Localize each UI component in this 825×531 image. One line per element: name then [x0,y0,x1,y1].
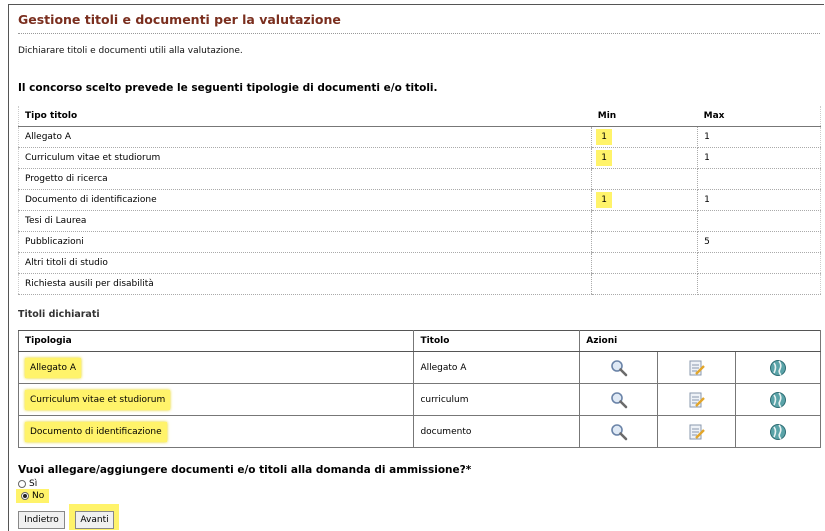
magnifier-icon[interactable] [609,391,629,409]
intro-text: Dichiarare titoli e documenti utili alla… [18,46,243,56]
types-heading: Il concorso scelto prevede le seguenti t… [18,82,438,94]
delete-button[interactable] [735,415,821,448]
back-button[interactable]: Indietro [18,511,65,529]
max-value: 1 [697,147,821,169]
tipo-cell: Altri titoli di studio [18,252,592,274]
max-value: 1 [697,126,821,148]
col-min: Min [591,106,698,127]
globe-icon[interactable] [768,423,788,441]
tipo-cell: Progetto di ricerca [18,168,592,190]
tipologia-cell: Allegato A [25,357,81,378]
max-value: 5 [697,231,821,253]
col-tipologia: Tipologia [17,330,415,352]
radio-si[interactable] [18,480,26,488]
view-button[interactable] [579,383,659,416]
titolo-cell: curriculum [413,383,581,416]
min-value: 1 [598,152,610,164]
table-row: Tesi di Laurea [18,210,821,232]
min-value [591,273,699,295]
types-table: Tipo titolo Min Max Allegato A 1 1 Curri… [18,106,821,295]
tipo-cell: Curriculum vitae et studiorum [18,147,592,169]
min-value: 1 [598,194,610,206]
table-row: Progetto di ricerca [18,168,821,190]
edit-button[interactable] [657,383,737,416]
edit-button[interactable] [657,415,737,448]
delete-button[interactable] [735,351,821,384]
table-row: Allegato A 1 1 [18,126,821,148]
view-button[interactable] [579,351,659,384]
table-row: Allegato A Allegato A [17,351,821,384]
radio-no[interactable] [21,492,29,500]
radio-option-no[interactable]: No [18,491,48,501]
declared-heading: Titoli dichiarati [18,309,100,320]
tipo-cell: Documento di identificazione [18,189,592,211]
declared-header-row: Tipologia Titolo Azioni [17,330,821,352]
table-row: Curriculum vitae et studiorum 1 1 [18,147,821,169]
delete-button[interactable] [735,383,821,416]
radio-si-label: Sì [29,479,38,489]
col-max: Max [697,106,821,127]
max-value [697,252,821,274]
magnifier-icon[interactable] [609,359,629,377]
tipologia-cell: Documento di identificazione [25,421,167,442]
declared-table: Tipologia Titolo Azioni Allegato A Alleg… [17,330,821,448]
tipo-cell: Tesi di Laurea [18,210,592,232]
col-titolo: Titolo [413,330,581,352]
min-value [591,210,699,232]
max-value [697,210,821,232]
magnifier-icon[interactable] [609,423,629,441]
col-tipo-titolo: Tipo titolo [18,106,592,127]
min-value [591,168,699,190]
max-value: 1 [697,189,821,211]
titolo-cell: Allegato A [413,351,581,384]
table-row: Richiesta ausili per disabilità [18,273,821,295]
radio-option-si[interactable]: Sì [18,479,37,489]
types-header-row: Tipo titolo Min Max [18,106,821,127]
titolo-cell: documento [413,415,581,448]
col-azioni: Azioni [579,330,821,352]
min-value [591,231,699,253]
tipo-cell: Pubblicazioni [18,231,592,253]
table-row: Pubblicazioni 5 [18,231,821,253]
table-row: Curriculum vitae et studiorum curriculum [17,383,821,416]
table-row: Documento di identificazione documento [17,415,821,448]
min-value: 1 [598,131,610,143]
page-title: Gestione titoli e documenti per la valut… [18,12,341,27]
title-divider [18,33,820,34]
edit-document-icon[interactable] [687,423,707,441]
attach-question: Vuoi allegare/aggiungere documenti e/o t… [18,464,472,476]
next-button[interactable]: Avanti [75,511,114,529]
edit-button[interactable] [657,351,737,384]
max-value [697,168,821,190]
globe-icon[interactable] [768,359,788,377]
tipo-cell: Allegato A [18,126,592,148]
radio-no-label: No [32,491,45,501]
max-value [697,273,821,295]
globe-icon[interactable] [768,391,788,409]
table-row: Altri titoli di studio [18,252,821,274]
view-button[interactable] [579,415,659,448]
tipologia-cell: Curriculum vitae et studiorum [25,389,171,410]
tipo-cell: Richiesta ausili per disabilità [18,273,592,295]
edit-document-icon[interactable] [687,391,707,409]
edit-document-icon[interactable] [687,359,707,377]
table-row: Documento di identificazione 1 1 [18,189,821,211]
min-value [591,252,699,274]
